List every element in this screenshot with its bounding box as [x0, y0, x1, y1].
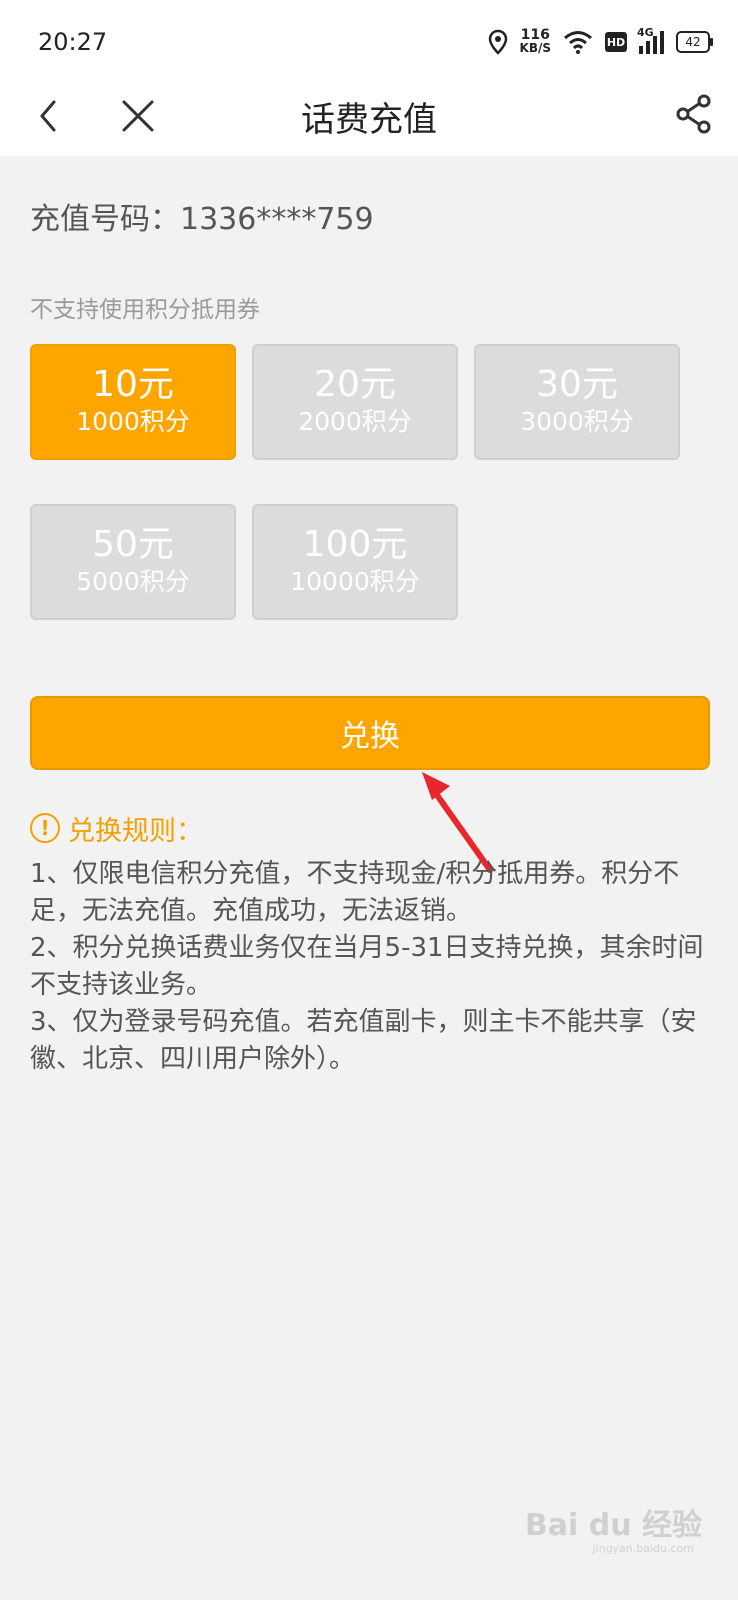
wifi-icon [564, 31, 592, 54]
rule-item: 3、仅为登录号码充值。若充值副卡，则主卡不能共享（安徽、北京、四川用户除外）。 [30, 1007, 697, 1074]
signal-bar [639, 46, 643, 54]
signal-bar [660, 31, 664, 54]
recharge-option-50[interactable]: 50元 5000积分 [30, 504, 236, 620]
option-amount: 20元 [314, 364, 396, 405]
page-title: 话费充值 [301, 100, 437, 140]
option-points: 5000积分 [76, 567, 190, 596]
option-points: 10000积分 [290, 567, 420, 596]
status-bar: 20:27 116 KB/S HD 4G 42 [0, 0, 738, 80]
recharge-option-10[interactable]: 10元 1000积分 [30, 344, 236, 460]
recharge-option-100[interactable]: 100元 10000积分 [252, 504, 458, 620]
recharge-option-30[interactable]: 30元 3000积分 [474, 344, 680, 460]
rules-header: ! 兑换规则： [30, 808, 203, 848]
signal-bar [646, 41, 650, 54]
coupon-notice: 不支持使用积分抵用券 [30, 297, 260, 323]
option-amount: 100元 [302, 524, 408, 565]
option-amount: 30元 [536, 364, 618, 405]
battery-icon: 42 [676, 31, 713, 53]
phone-number: 1336****759 [180, 202, 374, 237]
rule-item: 2、积分兑换话费业务仅在当月5-31日支持兑换，其余时间不支持该业务。 [30, 933, 704, 1000]
share-icon[interactable] [674, 92, 714, 136]
signal-icon: 4G [637, 26, 664, 54]
option-points: 2000积分 [298, 407, 412, 436]
watermark-url: jingyan.baidu.com [592, 1542, 694, 1555]
watermark-logo: Bai du 经验 [524, 1508, 702, 1543]
exchange-button[interactable]: 兑换 [30, 696, 710, 770]
option-points: 1000积分 [76, 407, 190, 436]
status-time: 20:27 [38, 28, 108, 56]
option-amount: 50元 [92, 524, 174, 565]
network-speed-unit: KB/S [519, 41, 551, 55]
phone-label: 充值号码： [30, 202, 180, 237]
rules-list: 1、仅限电信积分充值，不支持现金/积分抵用券。积分不足，无法充值。充值成功，无法… [30, 856, 710, 1088]
exclamation-icon: ! [30, 813, 60, 843]
network-speed: 116 KB/S [519, 28, 551, 55]
nav-bar: 话费充值 [0, 80, 738, 156]
location-icon [488, 29, 507, 55]
option-points: 3000积分 [520, 407, 634, 436]
network-type: 4G [637, 26, 654, 39]
rule-item: 1、仅限电信积分充值，不支持现金/积分抵用券。积分不足，无法充值。充值成功，无法… [30, 859, 680, 926]
hd-icon: HD [605, 32, 627, 52]
rules-title: 兑换规则： [68, 815, 203, 847]
recharge-option-20[interactable]: 20元 2000积分 [252, 344, 458, 460]
status-icons: 116 KB/S HD 4G 42 [488, 24, 713, 60]
phone-number-row: 充值号码：1336****759 [30, 194, 374, 238]
option-amount: 10元 [92, 364, 174, 405]
